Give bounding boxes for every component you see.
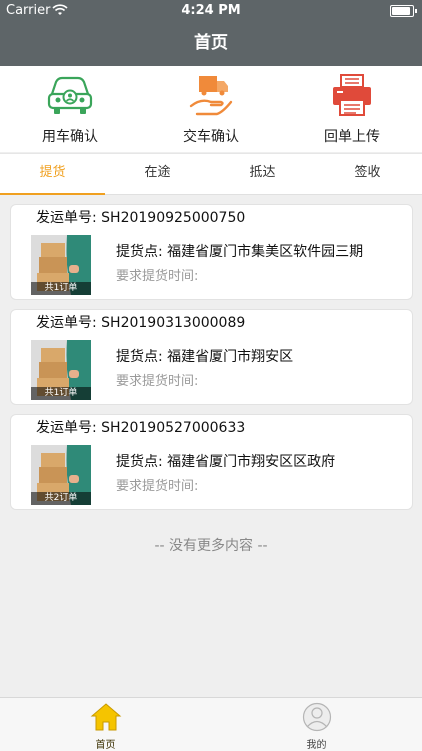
tab-label: 提货: [39, 165, 66, 180]
required-pickup-time: 要求提货时间:: [116, 269, 199, 284]
order-thumbnail: 共2订单: [31, 445, 91, 505]
order-card[interactable]: 发运单号: SH20190527000633 共2订单 提货点: 福建省厦门市翔…: [10, 414, 413, 510]
pickup-location: 提货点: 福建省厦门市翔安区: [116, 349, 294, 365]
nav-bar: 首页: [0, 22, 422, 66]
quick-actions: 用车确认 交车确认 回单上传: [0, 66, 422, 152]
order-count-caption: 共2订单: [31, 492, 91, 505]
tabbar-label: 我的: [306, 740, 327, 751]
tab-arrived[interactable]: 抵达: [210, 154, 315, 194]
printer-upload-icon: [333, 74, 371, 116]
order-card[interactable]: 发运单号: SH20190925000750 共1订单 提货点: 福建省厦门市集…: [10, 204, 413, 300]
tabbar-home[interactable]: 首页: [0, 698, 211, 751]
pickup-location: 提货点: 福建省厦门市翔安区区政府: [116, 454, 336, 470]
order-thumbnail: 共1订单: [31, 235, 91, 295]
tabbar-label: 首页: [95, 740, 116, 751]
battery-icon: [390, 5, 417, 17]
order-count-caption: 共1订单: [31, 282, 91, 295]
car-confirm-button[interactable]: 用车确认: [0, 66, 140, 152]
order-thumbnail: 共1订单: [31, 340, 91, 400]
tab-label: 签收: [354, 165, 381, 180]
tabbar-profile[interactable]: 我的: [211, 698, 422, 751]
status-tabs: 提货 在途 抵达 签收: [0, 153, 422, 195]
bottom-tab-bar: 首页 我的: [0, 697, 422, 751]
required-pickup-time: 要求提货时间:: [116, 479, 199, 494]
truck-handover-icon: [189, 76, 233, 116]
quick-action-label: 回单上传: [324, 129, 380, 145]
pickup-location: 提货点: 福建省厦门市集美区软件园三期: [116, 244, 364, 260]
order-count-caption: 共1订单: [31, 387, 91, 400]
tab-signed[interactable]: 签收: [315, 154, 420, 194]
tab-label: 在途: [144, 165, 171, 180]
profile-icon: [302, 702, 331, 732]
truck-handover-button[interactable]: 交车确认: [141, 66, 281, 152]
active-tab-indicator: [0, 193, 105, 195]
car-confirm-icon: [47, 76, 93, 114]
list-end-message: -- 没有更多内容 --: [154, 538, 268, 554]
quick-action-label: 交车确认: [183, 129, 239, 145]
home-icon: [90, 703, 121, 731]
status-bar: Carrier 4:24 PM: [0, 0, 422, 22]
clock: 4:24 PM: [181, 3, 241, 18]
page-title: 首页: [194, 33, 228, 53]
tab-in-transit[interactable]: 在途: [105, 154, 210, 194]
order-number: 发运单号: SH20190527000633: [36, 420, 246, 436]
order-card[interactable]: 发运单号: SH20190313000089 共1订单 提货点: 福建省厦门市翔…: [10, 309, 413, 405]
required-pickup-time: 要求提货时间:: [116, 374, 199, 389]
tab-pickup[interactable]: 提货: [0, 154, 105, 195]
order-number: 发运单号: SH20190313000089: [36, 315, 246, 331]
order-number: 发运单号: SH20190925000750: [36, 210, 246, 226]
quick-action-label: 用车确认: [42, 129, 98, 145]
tab-label: 抵达: [249, 165, 276, 180]
receipt-upload-button[interactable]: 回单上传: [282, 66, 422, 152]
